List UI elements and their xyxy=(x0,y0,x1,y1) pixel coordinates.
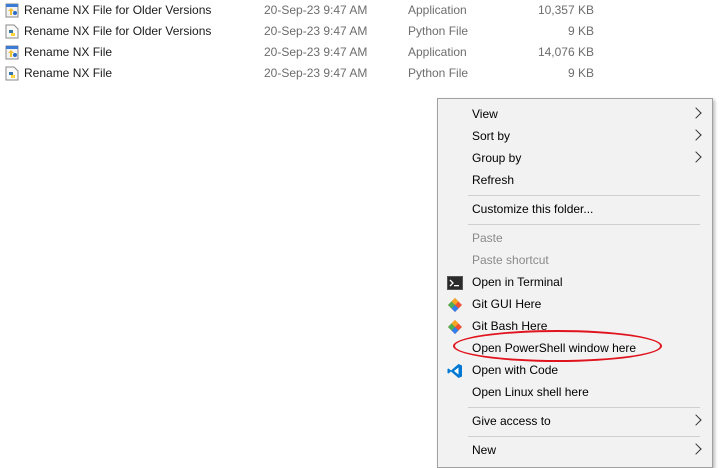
terminal-icon xyxy=(447,275,463,290)
file-row[interactable]: Rename NX File 20-Sep-23 9:47 AM Applica… xyxy=(0,42,600,63)
file-type: Application xyxy=(408,3,467,17)
menu-item-label: Open in Terminal xyxy=(472,275,563,289)
python-file-icon xyxy=(5,66,19,81)
file-type: Python File xyxy=(408,24,469,38)
menu-item-open-in-terminal[interactable]: Open in Terminal xyxy=(438,271,712,293)
chevron-right-icon xyxy=(690,443,702,455)
file-row[interactable]: Rename NX File 20-Sep-23 9:47 AM Python … xyxy=(0,63,600,84)
menu-item-customize-folder[interactable]: Customize this folder... xyxy=(438,198,712,220)
chevron-right-icon xyxy=(690,107,702,119)
menu-separator xyxy=(468,195,700,196)
file-name: Rename NX File for Older Versions xyxy=(24,24,212,38)
vscode-icon xyxy=(447,363,463,378)
menu-item-refresh[interactable]: Refresh xyxy=(438,169,712,191)
file-row[interactable]: Rename NX File for Older Versions 20-Sep… xyxy=(0,21,600,42)
python-file-icon xyxy=(5,24,19,39)
file-size: 14,076 KB xyxy=(537,45,594,59)
menu-item-label: Group by xyxy=(472,151,522,165)
file-name: Rename NX File for Older Versions xyxy=(24,3,212,17)
menu-item-label: View xyxy=(472,107,498,121)
menu-item-git-bash-here[interactable]: Git Bash Here xyxy=(438,315,712,337)
menu-item-open-with-code[interactable]: Open with Code xyxy=(438,359,712,381)
menu-item-sort-by[interactable]: Sort by xyxy=(438,125,712,147)
menu-item-label: New xyxy=(472,443,497,457)
file-size: 10,357 KB xyxy=(537,3,594,17)
menu-item-label: Paste xyxy=(472,231,503,245)
menu-item-label: Open with Code xyxy=(472,363,559,377)
application-icon xyxy=(5,3,19,18)
menu-separator xyxy=(468,407,700,408)
menu-item-open-linux-shell[interactable]: Open Linux shell here xyxy=(438,381,712,403)
file-type: Application xyxy=(408,45,467,59)
menu-item-new[interactable]: New xyxy=(438,439,712,461)
menu-item-label: Customize this folder... xyxy=(472,202,594,216)
chevron-right-icon xyxy=(690,414,702,426)
file-date: 20-Sep-23 9:47 AM xyxy=(264,3,368,17)
menu-separator xyxy=(468,224,700,225)
menu-item-label: Sort by xyxy=(472,129,511,143)
git-icon xyxy=(447,319,463,334)
menu-item-label: Refresh xyxy=(472,173,515,187)
menu-item-paste-shortcut: Paste shortcut xyxy=(438,249,712,271)
file-date: 20-Sep-23 9:47 AM xyxy=(264,45,368,59)
menu-item-label: Git GUI Here xyxy=(472,297,542,311)
menu-item-label: Paste shortcut xyxy=(472,253,549,267)
menu-item-view[interactable]: View xyxy=(438,103,712,125)
menu-item-label: Open PowerShell window here xyxy=(472,341,637,355)
menu-item-group-by[interactable]: Group by xyxy=(438,147,712,169)
menu-item-git-gui-here[interactable]: Git GUI Here xyxy=(438,293,712,315)
menu-item-label: Git Bash Here xyxy=(472,319,548,333)
git-icon xyxy=(447,297,463,312)
file-row[interactable]: Rename NX File for Older Versions 20-Sep… xyxy=(0,0,600,21)
chevron-right-icon xyxy=(690,151,702,163)
file-date: 20-Sep-23 9:47 AM xyxy=(264,24,368,38)
application-icon xyxy=(5,45,19,60)
file-size: 9 KB xyxy=(567,24,594,38)
file-type: Python File xyxy=(408,66,469,80)
file-name: Rename NX File xyxy=(24,45,113,59)
menu-item-give-access-to[interactable]: Give access to xyxy=(438,410,712,432)
menu-item-label: Open Linux shell here xyxy=(472,385,589,399)
menu-item-label: Give access to xyxy=(472,414,551,428)
context-menu: View Sort by Group by Refresh Customize … xyxy=(437,98,713,468)
menu-item-paste: Paste xyxy=(438,227,712,249)
file-name: Rename NX File xyxy=(24,66,113,80)
chevron-right-icon xyxy=(690,129,702,141)
menu-separator xyxy=(468,436,700,437)
file-date: 20-Sep-23 9:47 AM xyxy=(264,66,368,80)
menu-item-open-powershell[interactable]: Open PowerShell window here xyxy=(438,337,712,359)
file-size: 9 KB xyxy=(567,66,594,80)
